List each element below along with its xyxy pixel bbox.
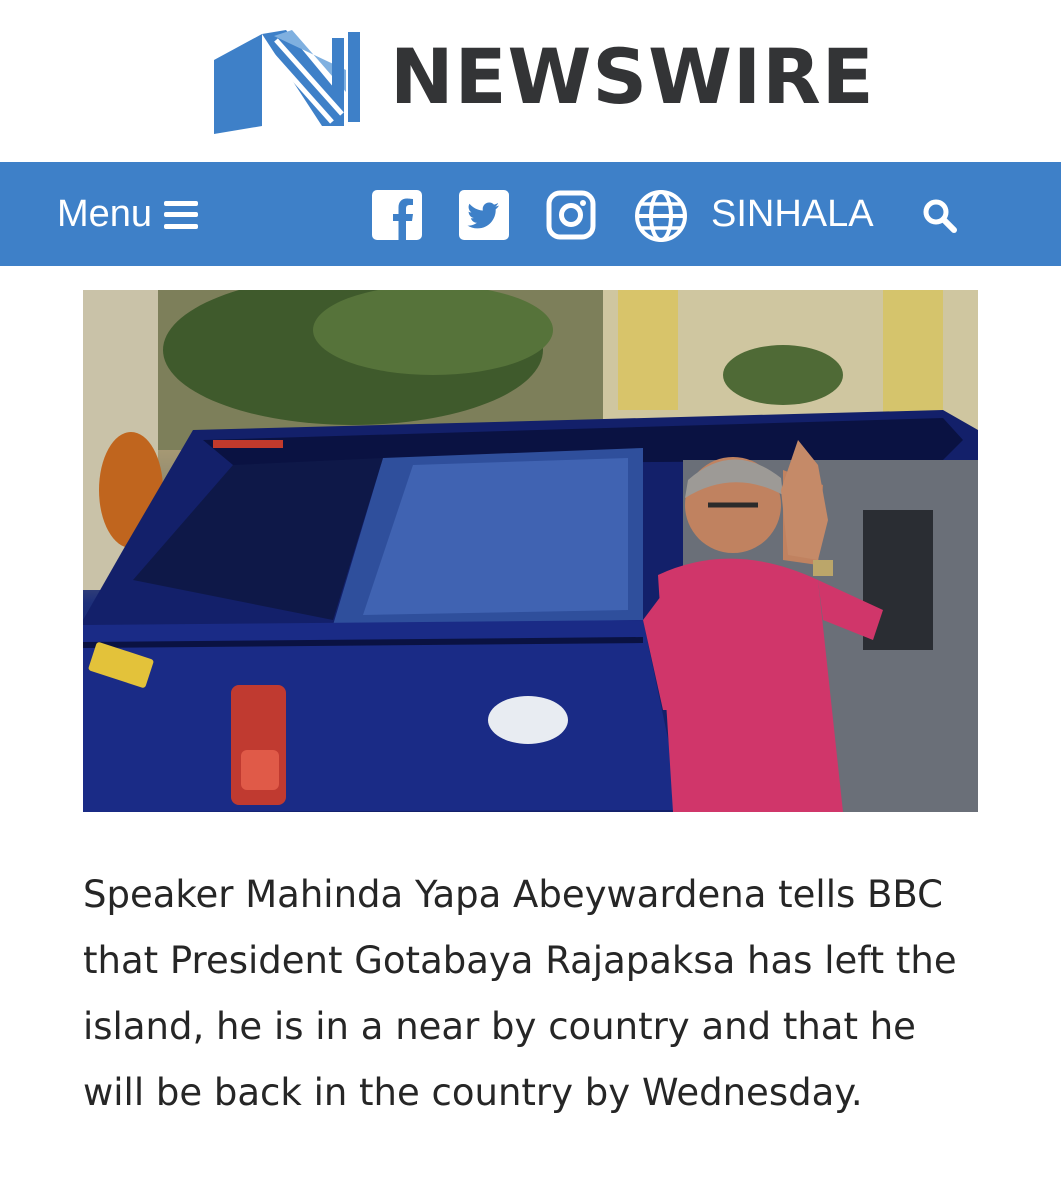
globe-icon [635,190,687,242]
language-switch-sinhala[interactable]: SINHALA [711,193,874,236]
facebook-icon[interactable] [372,190,422,240]
site-logo[interactable]: NEWSWIRE [214,30,874,140]
nav-bar: Menu SINHALA [0,162,1061,266]
menu-button[interactable]: Menu [57,193,199,236]
newswire-n-logo-icon [214,30,360,134]
site-name: NEWSWIRE [390,32,875,121]
search-icon[interactable] [922,198,958,234]
hamburger-icon [164,200,199,229]
menu-label: Menu [57,193,153,235]
site-header: NEWSWIRE [0,0,1061,162]
twitter-icon[interactable] [459,190,509,240]
article-photo-illustration [83,290,978,812]
article-photo [83,290,978,812]
article-body: Speaker Mahinda Yapa Abeywardena tells B… [83,873,957,1114]
instagram-icon[interactable] [546,190,596,240]
